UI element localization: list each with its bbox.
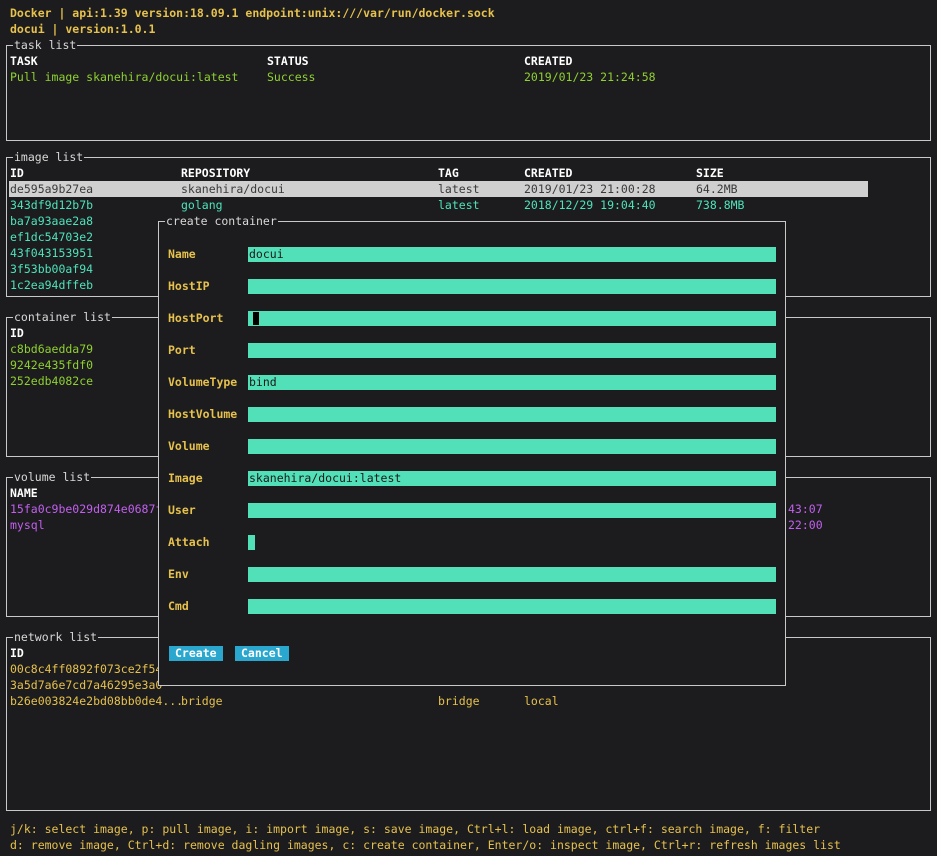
- image-id: 1c2ea94dffeb: [10, 278, 94, 292]
- volume-created-tail: 43:07: [788, 502, 823, 516]
- name-input[interactable]: docui: [248, 247, 776, 262]
- volumetype-input[interactable]: bind: [248, 375, 776, 390]
- image-id: ef1dc54703e2: [10, 230, 94, 244]
- image-id: 3f53bb00af94: [10, 262, 94, 276]
- task-list-panel: task list TASK STATUS CREATED Pull image…: [6, 37, 931, 141]
- user-input[interactable]: [248, 503, 776, 518]
- image-size: 64.2MB: [696, 182, 738, 196]
- column-name: NAME: [10, 486, 38, 500]
- label-volume: Volume: [168, 439, 210, 453]
- cmd-input[interactable]: [248, 599, 776, 614]
- task-name: Pull image skanehira/docui:latest: [10, 70, 239, 84]
- help-line-1: j/k: select image, p: pull image, i: imp…: [10, 822, 821, 836]
- image-list-header: ID REPOSITORY TAG CREATED SIZE: [7, 165, 930, 181]
- label-cmd: Cmd: [168, 599, 189, 613]
- container-id: 9242e435fdf0: [10, 358, 94, 372]
- image-tag: latest: [438, 198, 480, 212]
- column-created: CREATED: [524, 166, 573, 180]
- column-task: TASK: [10, 54, 38, 68]
- table-row[interactable]: b26e003824e2bd08bb0de4... bridge bridge …: [7, 693, 930, 709]
- image-created: 2018/12/29 19:04:40: [524, 198, 656, 212]
- image-id: 343df9d12b7b: [10, 198, 94, 212]
- column-size: SIZE: [696, 166, 724, 180]
- label-user: User: [168, 503, 196, 517]
- image-size: 738.8MB: [696, 198, 745, 212]
- network-list-title: network list: [13, 629, 99, 645]
- label-hostport: HostPort: [168, 311, 224, 325]
- volume-list-title: volume list: [13, 469, 92, 485]
- column-id: ID: [10, 646, 24, 660]
- label-hostvolume: HostVolume: [168, 407, 238, 421]
- volume-name: 15fa0c9be029d874e0687f: [10, 502, 163, 516]
- attach-checkbox[interactable]: [248, 535, 255, 550]
- volume-input[interactable]: [248, 439, 776, 454]
- image-id: ba7a93aae2a8: [10, 214, 94, 228]
- task-list-title: task list: [13, 37, 78, 53]
- cancel-button[interactable]: Cancel: [235, 646, 289, 661]
- image-repository: skanehira/docui: [181, 182, 285, 196]
- create-container-dialog: create container Name docui HostIP HostP…: [158, 213, 786, 686]
- network-scope: local: [524, 694, 559, 708]
- help-line-2: d: remove image, Ctrl+d: remove dagling …: [10, 838, 841, 852]
- label-volumetype: VolumeType: [168, 375, 238, 389]
- label-attach: Attach: [168, 535, 210, 549]
- container-list-title: container list: [13, 309, 112, 325]
- hostvolume-input[interactable]: [248, 407, 776, 422]
- text-cursor: [253, 312, 259, 325]
- image-id: 43f043153951: [10, 246, 94, 260]
- header-docui-version: docui | version:1.0.1: [10, 22, 156, 36]
- container-id: 252edb4082ce: [10, 374, 94, 388]
- column-created: CREATED: [524, 54, 573, 68]
- network-id: 00c8c4ff0892f073ce2f54: [10, 662, 163, 676]
- table-row-selected[interactable]: de595a9b27ea skanehira/docui latest 2019…: [9, 181, 868, 197]
- container-id: c8bd6aedda79: [10, 342, 94, 356]
- hostport-input[interactable]: [248, 311, 776, 326]
- image-created: 2019/01/23 21:00:28: [524, 182, 656, 196]
- label-env: Env: [168, 567, 189, 581]
- volume-name: mysql: [10, 518, 45, 532]
- label-port: Port: [168, 343, 196, 357]
- table-row[interactable]: Pull image skanehira/docui:latest Succes…: [7, 69, 930, 85]
- network-driver: bridge: [438, 694, 480, 708]
- task-status: Success: [267, 70, 316, 84]
- env-input[interactable]: [248, 567, 776, 582]
- table-row[interactable]: 343df9d12b7b golang latest 2018/12/29 19…: [7, 197, 930, 213]
- label-image: Image: [168, 471, 203, 485]
- column-tag: TAG: [438, 166, 459, 180]
- column-id: ID: [10, 166, 24, 180]
- column-status: STATUS: [267, 54, 309, 68]
- volume-created-tail: 22:00: [788, 518, 823, 532]
- task-created: 2019/01/23 21:24:58: [524, 70, 656, 84]
- image-repository: golang: [181, 198, 223, 212]
- port-input[interactable]: [248, 343, 776, 358]
- image-list-title: image list: [13, 149, 85, 165]
- image-id: de595a9b27ea: [10, 182, 94, 196]
- hostip-input[interactable]: [248, 279, 776, 294]
- column-id: ID: [10, 326, 24, 340]
- header-docker-info: Docker | api:1.39 version:18.09.1 endpoi…: [10, 6, 495, 20]
- network-id: 3a5d7a6e7cd7a46295e3a0: [10, 678, 163, 692]
- create-container-title: create container: [165, 213, 278, 229]
- label-hostip: HostIP: [168, 279, 210, 293]
- column-repository: REPOSITORY: [181, 166, 251, 180]
- network-id: b26e003824e2bd08bb0de4...: [10, 694, 184, 708]
- task-list-header: TASK STATUS CREATED: [7, 53, 930, 69]
- label-name: Name: [168, 247, 196, 261]
- image-input[interactable]: skanehira/docui:latest: [248, 471, 776, 486]
- image-tag: latest: [438, 182, 480, 196]
- network-name: bridge: [181, 694, 223, 708]
- create-button[interactable]: Create: [169, 646, 223, 661]
